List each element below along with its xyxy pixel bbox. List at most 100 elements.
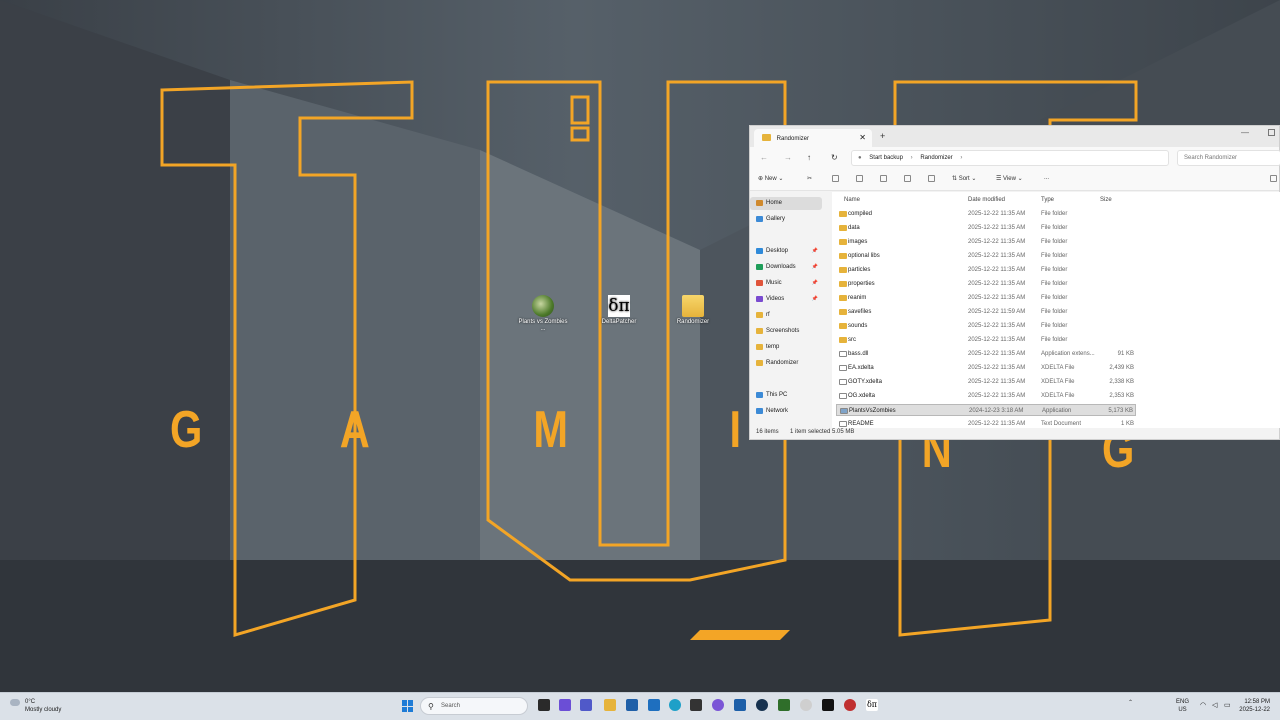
- copy-icon[interactable]: [832, 175, 839, 182]
- file-type: File folder: [1041, 309, 1068, 315]
- new-button[interactable]: ⊕ New ⌄: [758, 175, 783, 182]
- file-row[interactable]: PlantsVsZombies 2024-12-23 3:18 AM Applica…: [836, 404, 1136, 416]
- share-icon[interactable]: [904, 175, 911, 182]
- chevron-up-icon[interactable]: ⌃: [1128, 700, 1133, 706]
- nav-item-network[interactable]: Network: [750, 405, 822, 418]
- sort-button[interactable]: ⇅ Sort ⌄: [952, 175, 976, 182]
- file-row[interactable]: src 2025-12-22 11:35 AM File folder: [836, 334, 1136, 346]
- desktop-icon-deltapatcher[interactable]: δπ DeltaPatcher: [592, 295, 646, 326]
- view-button[interactable]: ☰ View ⌄: [996, 175, 1023, 182]
- file-row[interactable]: bass.dll 2025-12-22 11:35 AM Application e…: [836, 348, 1136, 360]
- file-row[interactable]: sounds 2025-12-22 11:35 AM File folder: [836, 320, 1136, 332]
- app-icon[interactable]: [822, 699, 834, 711]
- cut-icon[interactable]: ✂: [807, 175, 812, 182]
- file-type: File folder: [1041, 337, 1068, 343]
- file-row[interactable]: data 2025-12-22 11:35 AM File folder: [836, 222, 1136, 234]
- up-arrow-icon[interactable]: ↑: [807, 153, 811, 162]
- file-row[interactable]: EA.xdelta 2025-12-22 11:35 AM XDELTA File 2…: [836, 362, 1136, 374]
- app-icon[interactable]: [648, 699, 660, 711]
- file-size: 5,173 KB: [1108, 408, 1133, 414]
- forward-arrow-icon[interactable]: →: [784, 153, 792, 162]
- copilot-icon[interactable]: [559, 699, 571, 711]
- nav-item-gallery[interactable]: Gallery: [750, 213, 822, 226]
- minimize-button[interactable]: —: [1241, 128, 1249, 137]
- search-input[interactable]: Search Randomizer: [1177, 150, 1280, 166]
- folder-icon: [839, 267, 847, 273]
- file-row[interactable]: reanim 2025-12-22 11:35 AM File folder: [836, 292, 1136, 304]
- nav-item-music[interactable]: Music 📌: [750, 277, 822, 290]
- app-icon[interactable]: [712, 699, 724, 711]
- desktop-icon-randomizer[interactable]: Randomizer: [666, 295, 720, 326]
- breadcrumb-start-backup[interactable]: Start backup: [869, 155, 903, 161]
- back-arrow-icon[interactable]: ←: [760, 153, 768, 162]
- close-tab-icon[interactable]: ✕: [859, 133, 866, 142]
- navigation-pane: Home Gallery Desktop 📌 Downloads 📌 Music 📌 …: [750, 192, 826, 428]
- paste-icon[interactable]: [856, 175, 863, 182]
- nav-item-rf[interactable]: rf: [750, 309, 822, 322]
- store-icon[interactable]: [626, 699, 638, 711]
- file-row[interactable]: properties 2025-12-22 11:35 AM File folder: [836, 278, 1136, 290]
- new-tab-button[interactable]: +: [880, 131, 885, 141]
- app-icon[interactable]: [844, 699, 856, 711]
- nav-item-desktop[interactable]: Desktop 📌: [750, 245, 822, 258]
- rename-icon[interactable]: [880, 175, 887, 182]
- column-header-size[interactable]: Size: [1100, 197, 1112, 203]
- column-header-name[interactable]: Name: [844, 197, 860, 203]
- language-indicator[interactable]: ENG US: [1176, 698, 1189, 714]
- maximize-button[interactable]: [1268, 129, 1275, 136]
- clock[interactable]: 12:58 PM 2025-12-22: [1239, 698, 1270, 714]
- volume-icon[interactable]: ◁: [1212, 701, 1217, 709]
- steam-icon[interactable]: [756, 699, 768, 711]
- file-date: 2025-12-22 11:35 AM: [968, 337, 1026, 343]
- weather-widget[interactable]: 0°C Mostly cloudy: [10, 698, 61, 714]
- file-row[interactable]: images 2025-12-22 11:35 AM File folder: [836, 236, 1136, 248]
- file-row[interactable]: optional libs 2025-12-22 11:35 AM File fol…: [836, 250, 1136, 262]
- nav-label: temp: [766, 344, 780, 350]
- details-pane-icon[interactable]: [1270, 175, 1277, 182]
- task-view-icon[interactable]: [538, 699, 550, 711]
- nav-item-randomizer[interactable]: Randomizer: [750, 357, 822, 370]
- taskbar-search[interactable]: ⚲ Search: [420, 697, 528, 715]
- music-icon: [756, 280, 763, 286]
- nav-item-screenshots[interactable]: Screenshots: [750, 325, 822, 338]
- wallpaper-letter-m: M: [533, 401, 568, 459]
- nav-item-temp[interactable]: temp: [750, 341, 822, 354]
- file-row[interactable]: compiled 2025-12-22 11:35 AM File folder: [836, 208, 1136, 220]
- file-explorer-taskbar-icon[interactable]: [604, 699, 616, 711]
- folder-icon: [682, 295, 704, 317]
- refresh-icon[interactable]: ↻: [831, 153, 838, 162]
- file-row[interactable]: particles 2025-12-22 11:35 AM File folder: [836, 264, 1136, 276]
- delete-icon[interactable]: [928, 175, 935, 182]
- teams-icon[interactable]: [580, 699, 592, 711]
- app-icon[interactable]: [690, 699, 702, 711]
- edge-icon[interactable]: [669, 699, 681, 711]
- file-row[interactable]: OG.xdelta 2025-12-22 11:35 AM XDELTA File 2…: [836, 390, 1136, 402]
- system-tray[interactable]: ⌃: [1128, 699, 1133, 706]
- file-icon: [839, 351, 847, 357]
- desktop-icon-pvz[interactable]: Plants vs Zombies ...: [516, 295, 570, 333]
- minecraft-icon[interactable]: [778, 699, 790, 711]
- tab-randomizer[interactable]: Randomizer ✕: [754, 129, 872, 147]
- breadcrumb[interactable]: ● Start backup › Randomizer ›: [851, 150, 1169, 166]
- more-options-button[interactable]: ...: [1044, 175, 1049, 181]
- breadcrumb-randomizer[interactable]: Randomizer: [920, 155, 952, 161]
- file-name: savefiles: [848, 309, 872, 315]
- nav-item-this-pc[interactable]: This PC: [750, 389, 822, 402]
- column-header-type[interactable]: Type: [1041, 197, 1054, 203]
- wifi-icon[interactable]: ◠: [1200, 701, 1206, 709]
- folder-icon: [839, 323, 847, 329]
- app-icon[interactable]: [734, 699, 746, 711]
- nav-item-downloads[interactable]: Downloads 📌: [750, 261, 822, 274]
- folder-icon: [762, 134, 771, 141]
- file-row[interactable]: GOTY.xdelta 2025-12-22 11:35 AM XDELTA Fil…: [836, 376, 1136, 388]
- nav-item-videos[interactable]: Videos 📌: [750, 293, 822, 306]
- file-type: File folder: [1041, 211, 1068, 217]
- delta-patcher-taskbar-icon[interactable]: δπ: [866, 699, 878, 711]
- nav-item-home[interactable]: Home: [750, 197, 822, 210]
- battery-icon[interactable]: ▭: [1224, 701, 1231, 709]
- column-header-date[interactable]: Date modified: [968, 197, 1005, 203]
- app-icon[interactable]: [800, 699, 812, 711]
- file-row[interactable]: savefiles 2025-12-22 11:59 AM File folder: [836, 306, 1136, 318]
- file-type: File folder: [1041, 295, 1068, 301]
- start-button[interactable]: [402, 700, 414, 712]
